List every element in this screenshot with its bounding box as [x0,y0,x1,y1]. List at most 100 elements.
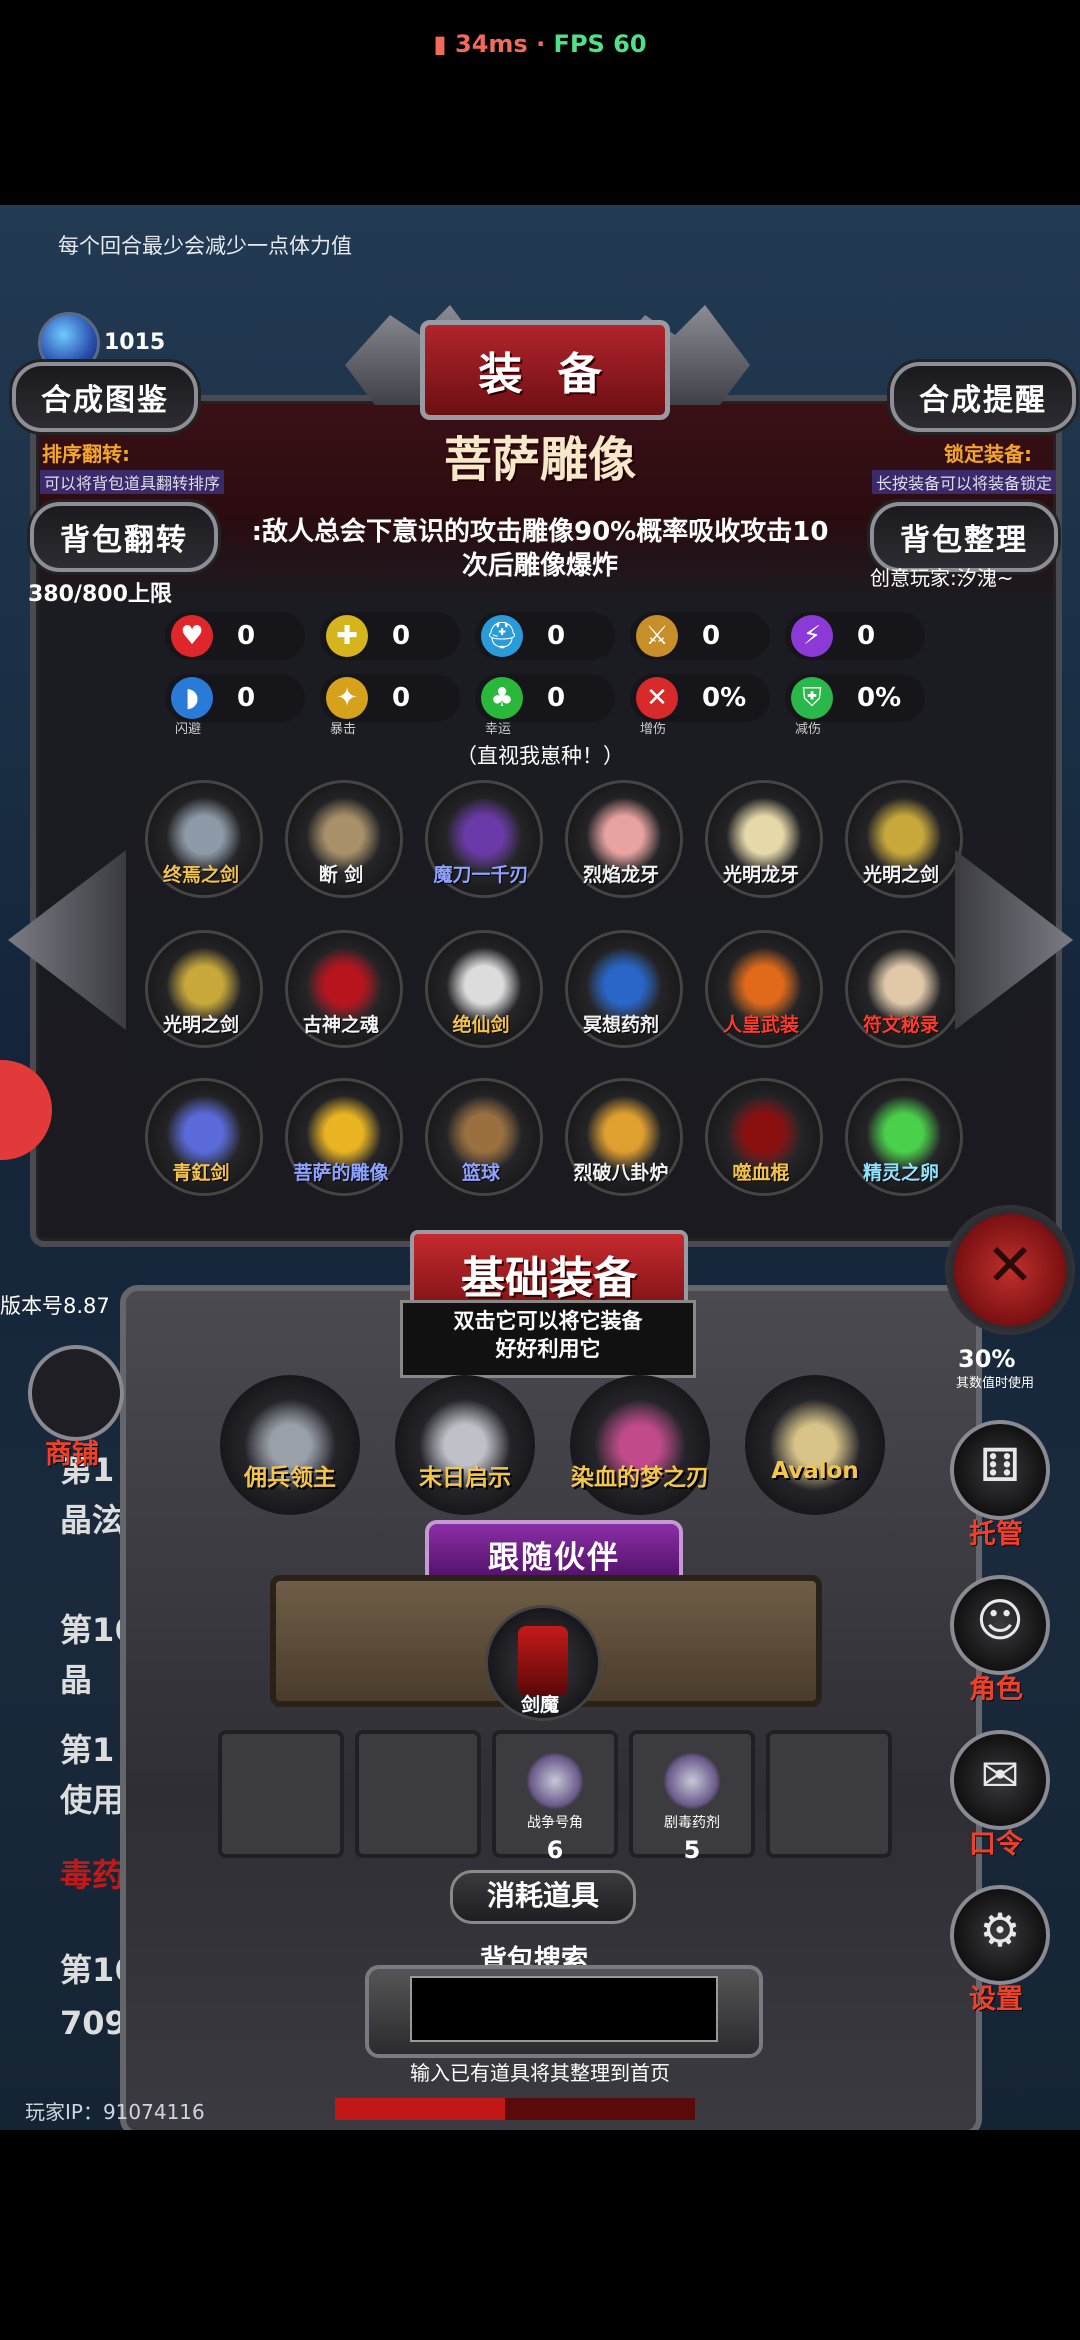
inventory-label: 剧毒药剂 [664,1815,720,1831]
equipment-slot-label: 噬血棍 [732,1162,790,1184]
lightning-icon: ⚡ [791,615,833,657]
heart-icon: ♥ [171,615,213,657]
equipment-slot-label: 符文秘录 [862,1014,939,1036]
signal-icon: ▮ [433,30,447,58]
inventory-item-art [526,1752,584,1810]
inventory-slot[interactable] [218,1730,344,1858]
equipment-slot-label: 古神之魂 [302,1014,379,1036]
battle-log-line: 晶泫 [60,1501,125,1539]
stat-value: 0 [237,683,256,713]
stat-pill: ⛨ 0% [785,674,925,722]
equipment-slot-label: 光明之剑 [162,1014,239,1036]
base-equipment-slot[interactable] [570,1375,710,1515]
inventory-count: 5 [683,1836,701,1864]
side-menu-label[interactable]: 口令 [946,1822,1046,1861]
base-equipment-label: Avalon [771,1458,859,1484]
battle-log-line: 毒药 [60,1856,125,1894]
sword-icon: ⚔ [636,615,678,657]
inventory-label: 战争号角 [527,1815,583,1831]
equipment-slot-label: 绝仙剑 [452,1014,510,1036]
equipment-slot-label: 青釭剑 [172,1162,230,1184]
base-equipment-slot[interactable] [745,1375,885,1515]
crit-icon: ✦ [326,677,368,719]
creator-label: 创意玩家:汐溾~ [870,566,1014,590]
equipment-slot-label: 魔刀一千刃 [433,864,529,886]
stat-label: 减伤 [795,722,822,737]
settings-button[interactable]: ⚙ [950,1885,1050,1985]
stat-pill: ♣ 0 [475,674,615,722]
shop-icon[interactable] [28,1345,124,1441]
equipment-slot-label: 冥想药剂 [582,1014,659,1036]
base-equipment-label: 佣兵领主 [244,1465,336,1491]
stat-value: 0% [702,683,747,713]
consumables-title: 消耗道具 [450,1870,636,1924]
stat-value: 0 [392,621,411,651]
equipment-slot-label: 烈破八卦炉 [573,1162,669,1184]
player-ip: 玩家IP：91074116 [25,2100,205,2124]
base-equipment-slot[interactable] [220,1375,360,1515]
slogan: （直视我崽种！） [456,744,624,768]
inventory-item-art [663,1752,721,1810]
network-indicator: ▮ 34ms · FPS 60 [433,30,647,58]
side-menu-button[interactable]: ⚅ [950,1420,1050,1520]
lock-sub: 长按装备可以将装备锁定 [872,470,1057,494]
stat-pill: ♥ 0 [165,612,305,660]
stat-pill: ✚ 0 [320,612,460,660]
dice-icon: ⚅ [980,1438,1020,1492]
helmet-icon: ⛑ [481,615,523,657]
inventory-slot[interactable] [355,1730,481,1858]
stat-pill: ✕ 0% [630,674,770,722]
shield-icon: ⛨ [791,677,833,719]
equipment-slot-label: 菩萨的雕像 [293,1162,389,1184]
stat-pill: ◗ 0 [165,674,305,722]
bag-search-input[interactable] [410,1976,718,2042]
stat-label: 幸运 [485,722,512,737]
stat-value: 0 [547,621,566,651]
close-button[interactable]: ✕ [945,1205,1075,1335]
equipment-slot-label: 光明龙牙 [722,864,799,886]
character-icon: ☺ [976,1593,1024,1647]
tip-text: 每个回合最少会减少一点体力值 [58,234,352,258]
bag-search-hint: 输入已有道具将其整理到首页 [410,2061,670,2085]
gem-count: 1015 [104,330,166,355]
sort-label: 排序翻转: [42,442,130,466]
side-menu-button[interactable]: ✉ [950,1730,1050,1830]
shop-label[interactable]: 商铺 [22,1432,122,1471]
battle-log-line: 第1 [60,1731,115,1769]
equipment-slot-label: 烈焰龙牙 [582,864,659,886]
equipment-slot-label: 断 剑 [318,864,364,886]
stat-value: 0 [392,683,411,713]
panel-title: 装 备 [420,320,670,420]
battle-log-line: 使用 [60,1781,125,1819]
lock-label: 锁定装备: [944,442,1032,466]
base-equipment-label: 末日启示 [419,1465,511,1491]
dodge-icon: ◗ [171,677,213,719]
equipment-slot-label: 人皇武装 [722,1014,799,1036]
item-description: :敌人总会下意识的攻击雕像90%概率吸收攻击10次后雕像爆炸 [251,517,829,581]
crossed-swords-icon: ✕ [636,677,678,719]
inventory-slot[interactable] [766,1730,892,1858]
side-value: 30% [958,1345,1016,1373]
bottom-bar [0,2130,1080,2340]
stat-value: 0 [857,621,876,651]
side-menu-button[interactable]: ☺ [950,1575,1050,1675]
bag-flip-button[interactable]: 背包翻转 [30,502,218,572]
stat-value: 0% [857,683,902,713]
equipment-slot-label: 光明之剑 [862,864,939,886]
side-menu-label[interactable]: 托管 [946,1512,1046,1551]
stat-pill: ⛑ 0 [475,612,615,660]
stat-pill: ⚔ 0 [630,612,770,660]
pet-label: 剑魔 [520,1694,559,1716]
stat-pill: ⚡ 0 [785,612,925,660]
side-menu-label[interactable]: 设置 [946,1977,1046,2016]
side-value-sub: 其数值时使用 [956,1376,1035,1391]
stat-label: 暴击 [330,722,357,737]
stat-value: 0 [237,621,256,651]
side-menu-label[interactable]: 角色 [946,1667,1046,1706]
equipment-slot-label: 终焉之剑 [162,864,239,886]
base-equipment-label: 染血的梦之刃 [571,1465,709,1491]
base-equipment-slot[interactable] [395,1375,535,1515]
bag-capacity: 380/800上限 [28,582,172,607]
strength-icon: ✚ [326,615,368,657]
stat-label: 闪避 [175,722,202,737]
